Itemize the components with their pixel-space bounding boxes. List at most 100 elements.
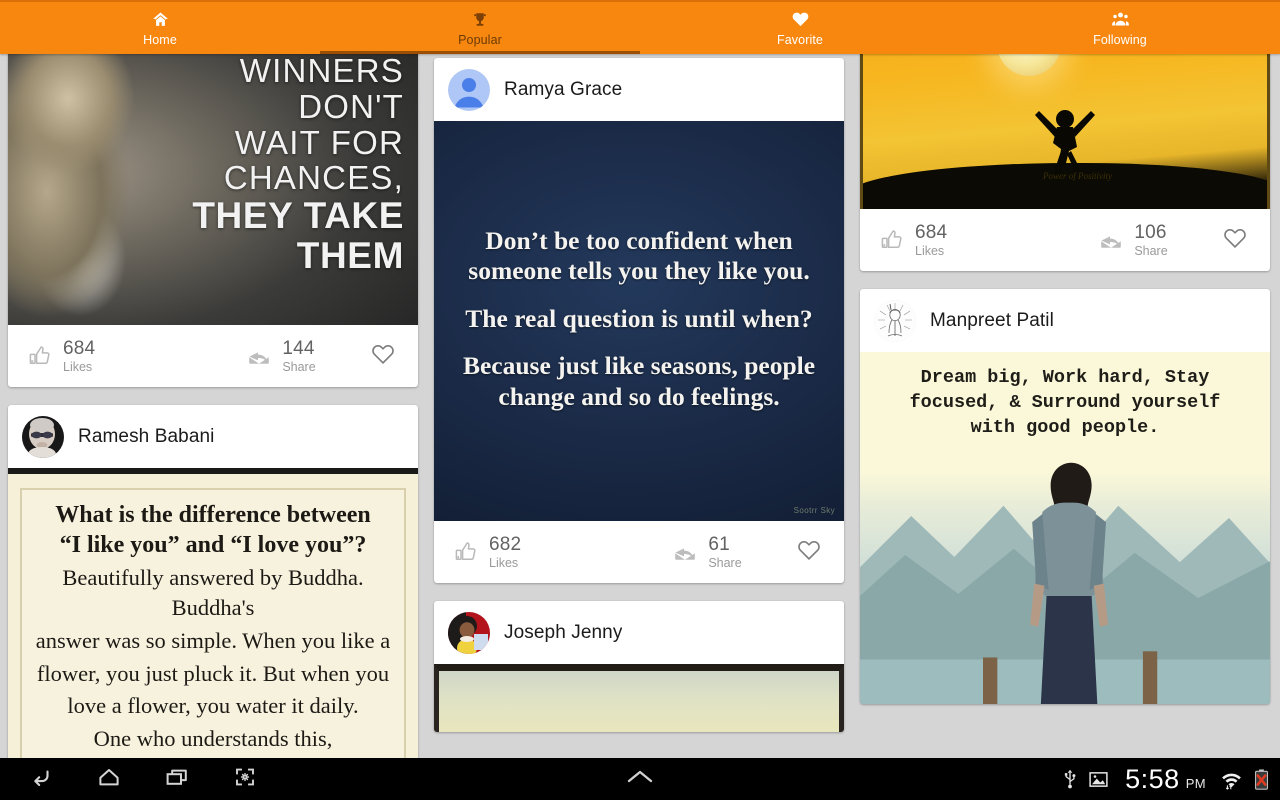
post-image-misty[interactable]	[434, 664, 844, 732]
quote-line: CHANCES,	[223, 159, 404, 197]
post-header[interactable]: Joseph Jenny	[434, 601, 844, 664]
screenshot-button[interactable]	[228, 764, 262, 794]
like-button[interactable]: 684 Likes	[878, 223, 947, 258]
post-header[interactable]: Ramya Grace	[434, 58, 844, 121]
post-image-winners[interactable]: WINNERS DON'T WAIT FOR CHANCES, THEY TAK…	[8, 54, 418, 325]
feed-column-1: WINNERS DON'T WAIT FOR CHANCES, THEY TAK…	[0, 54, 426, 758]
quote-line: WINNERS	[239, 54, 404, 90]
post-header[interactable]: Manpreet Patil	[860, 289, 1270, 352]
like-count-block: 684 Likes	[915, 223, 947, 258]
app-root: Home Popular Favorite Following WINNERS …	[0, 0, 1280, 800]
post-image-buddha[interactable]: What is the difference between “I like y…	[8, 468, 418, 758]
quote-line: answer was so simple. When you like a	[35, 627, 391, 653]
heart-icon	[789, 10, 811, 30]
post-footer: 684 Likes 106 Share	[860, 209, 1270, 271]
quote-text: Dream big, Work hard, Stay focused, & Su…	[910, 366, 1221, 440]
like-label: Likes	[915, 243, 945, 258]
share-count: 144	[282, 337, 315, 359]
favorite-button[interactable]	[1218, 225, 1252, 255]
quote-line: WAIT FOR	[234, 123, 404, 161]
thumbs-up-icon	[878, 227, 906, 253]
tab-favorite[interactable]: Favorite	[640, 0, 960, 54]
following-icon	[1109, 10, 1131, 30]
nav-left-group	[0, 764, 262, 794]
share-button[interactable]: 106 Share	[1097, 223, 1168, 258]
like-button[interactable]: 684 Likes	[26, 339, 95, 374]
like-count-block: 682 Likes	[489, 535, 521, 570]
image-watermark: Sootrr Sky	[793, 506, 835, 515]
top-tab-bar: Home Popular Favorite Following	[0, 0, 1280, 54]
feed-board[interactable]: WINNERS DON'T WAIT FOR CHANCES, THEY TAK…	[0, 54, 1280, 758]
share-label: Share	[282, 359, 316, 374]
post-author-name: Joseph Jenny	[504, 621, 623, 643]
tab-home-label: Home	[143, 32, 177, 47]
favorite-button[interactable]	[366, 341, 400, 371]
quote-text: What is the difference between “I like y…	[20, 488, 406, 758]
like-count: 682	[489, 533, 522, 555]
tab-popular-label: Popular	[458, 32, 502, 47]
tab-following[interactable]: Following	[960, 0, 1280, 54]
clock-time: 5:58	[1125, 763, 1180, 794]
child-silhouette	[1035, 110, 1095, 177]
wifi-icon	[1220, 768, 1243, 791]
share-count-block: 61 Share	[708, 535, 741, 570]
avatar[interactable]	[22, 415, 64, 458]
like-count: 684	[63, 337, 96, 359]
back-button[interactable]	[24, 764, 58, 794]
tab-popular[interactable]: Popular	[320, 0, 640, 54]
heart-outline-icon	[1222, 225, 1248, 256]
share-button[interactable]: 61 Share	[671, 535, 742, 570]
quote-line: One who understands this,	[93, 725, 333, 751]
quote-line: flower, you just pluck it. But when you	[36, 660, 390, 686]
status-icons[interactable]: 5:58 PM	[1062, 764, 1280, 795]
quote-line: DON'T	[298, 87, 404, 125]
battery-error-icon	[1253, 768, 1270, 791]
post-author-name: Ramya Grace	[504, 78, 623, 100]
android-navigation-bar: 5:58 PM	[0, 758, 1280, 800]
quote-line: What is the difference between	[55, 502, 371, 528]
like-count-block: 684 Likes	[63, 339, 95, 374]
heart-outline-icon	[370, 341, 396, 372]
home-icon	[96, 764, 122, 795]
favorite-button[interactable]	[792, 537, 826, 567]
post-card[interactable]: WINNERS DON'T WAIT FOR CHANCES, THEY TAK…	[8, 54, 418, 387]
avatar[interactable]	[448, 68, 490, 111]
share-count: 61	[708, 533, 730, 555]
post-header[interactable]: Ramesh Babani	[8, 405, 418, 468]
quote-text: WINNERS DON'T WAIT FOR CHANCES, THEY TAK…	[192, 54, 404, 276]
quote-line: Dream big, Work hard, Stay	[920, 367, 1210, 388]
like-label: Likes	[63, 359, 93, 374]
post-author-name: Ramesh Babani	[78, 425, 215, 447]
tab-home[interactable]: Home	[0, 0, 320, 54]
share-label: Share	[708, 555, 742, 570]
tab-favorite-label: Favorite	[777, 32, 823, 47]
recents-button[interactable]	[160, 764, 194, 794]
post-image-sunset[interactable]: Power of Positivity	[860, 54, 1270, 209]
share-button[interactable]: 144 Share	[245, 337, 316, 374]
like-button[interactable]: 682 Likes	[452, 535, 521, 570]
image-icon	[1088, 769, 1109, 790]
expand-notifications-button[interactable]	[620, 764, 660, 794]
post-card[interactable]: Joseph Jenny	[434, 601, 844, 732]
post-image-confidence[interactable]: Don’t be too confident when someone tell…	[434, 121, 844, 521]
chevron-up-icon	[625, 767, 655, 792]
like-label: Likes	[489, 555, 519, 570]
moon-shape	[997, 54, 1061, 76]
post-footer: 684 Likes 144 Share	[8, 325, 418, 387]
avatar[interactable]	[874, 299, 916, 342]
screenshot-icon	[232, 764, 258, 795]
post-card[interactable]: Ramya Grace Don’t be too confident when …	[434, 58, 844, 583]
share-icon	[671, 539, 699, 565]
home-button[interactable]	[92, 764, 126, 794]
post-card[interactable]: Manpreet Patil Dream big, Work hard, Sta…	[860, 289, 1270, 704]
quote-line: THEY TAKE	[192, 194, 404, 236]
post-card[interactable]: Power of Positivity 684 Likes 106 Share	[860, 54, 1270, 271]
thumbs-up-icon	[26, 343, 54, 369]
share-icon	[1097, 227, 1125, 253]
post-image-dream[interactable]: Dream big, Work hard, Stay focused, & Su…	[860, 352, 1270, 704]
image-watermark: Power of Positivity	[1043, 171, 1112, 181]
post-footer: 682 Likes 61 Share	[434, 521, 844, 583]
avatar[interactable]	[448, 611, 490, 654]
post-card[interactable]: Ramesh Babani What is the difference bet…	[8, 405, 418, 758]
quote-line: with good people.	[970, 416, 1160, 438]
